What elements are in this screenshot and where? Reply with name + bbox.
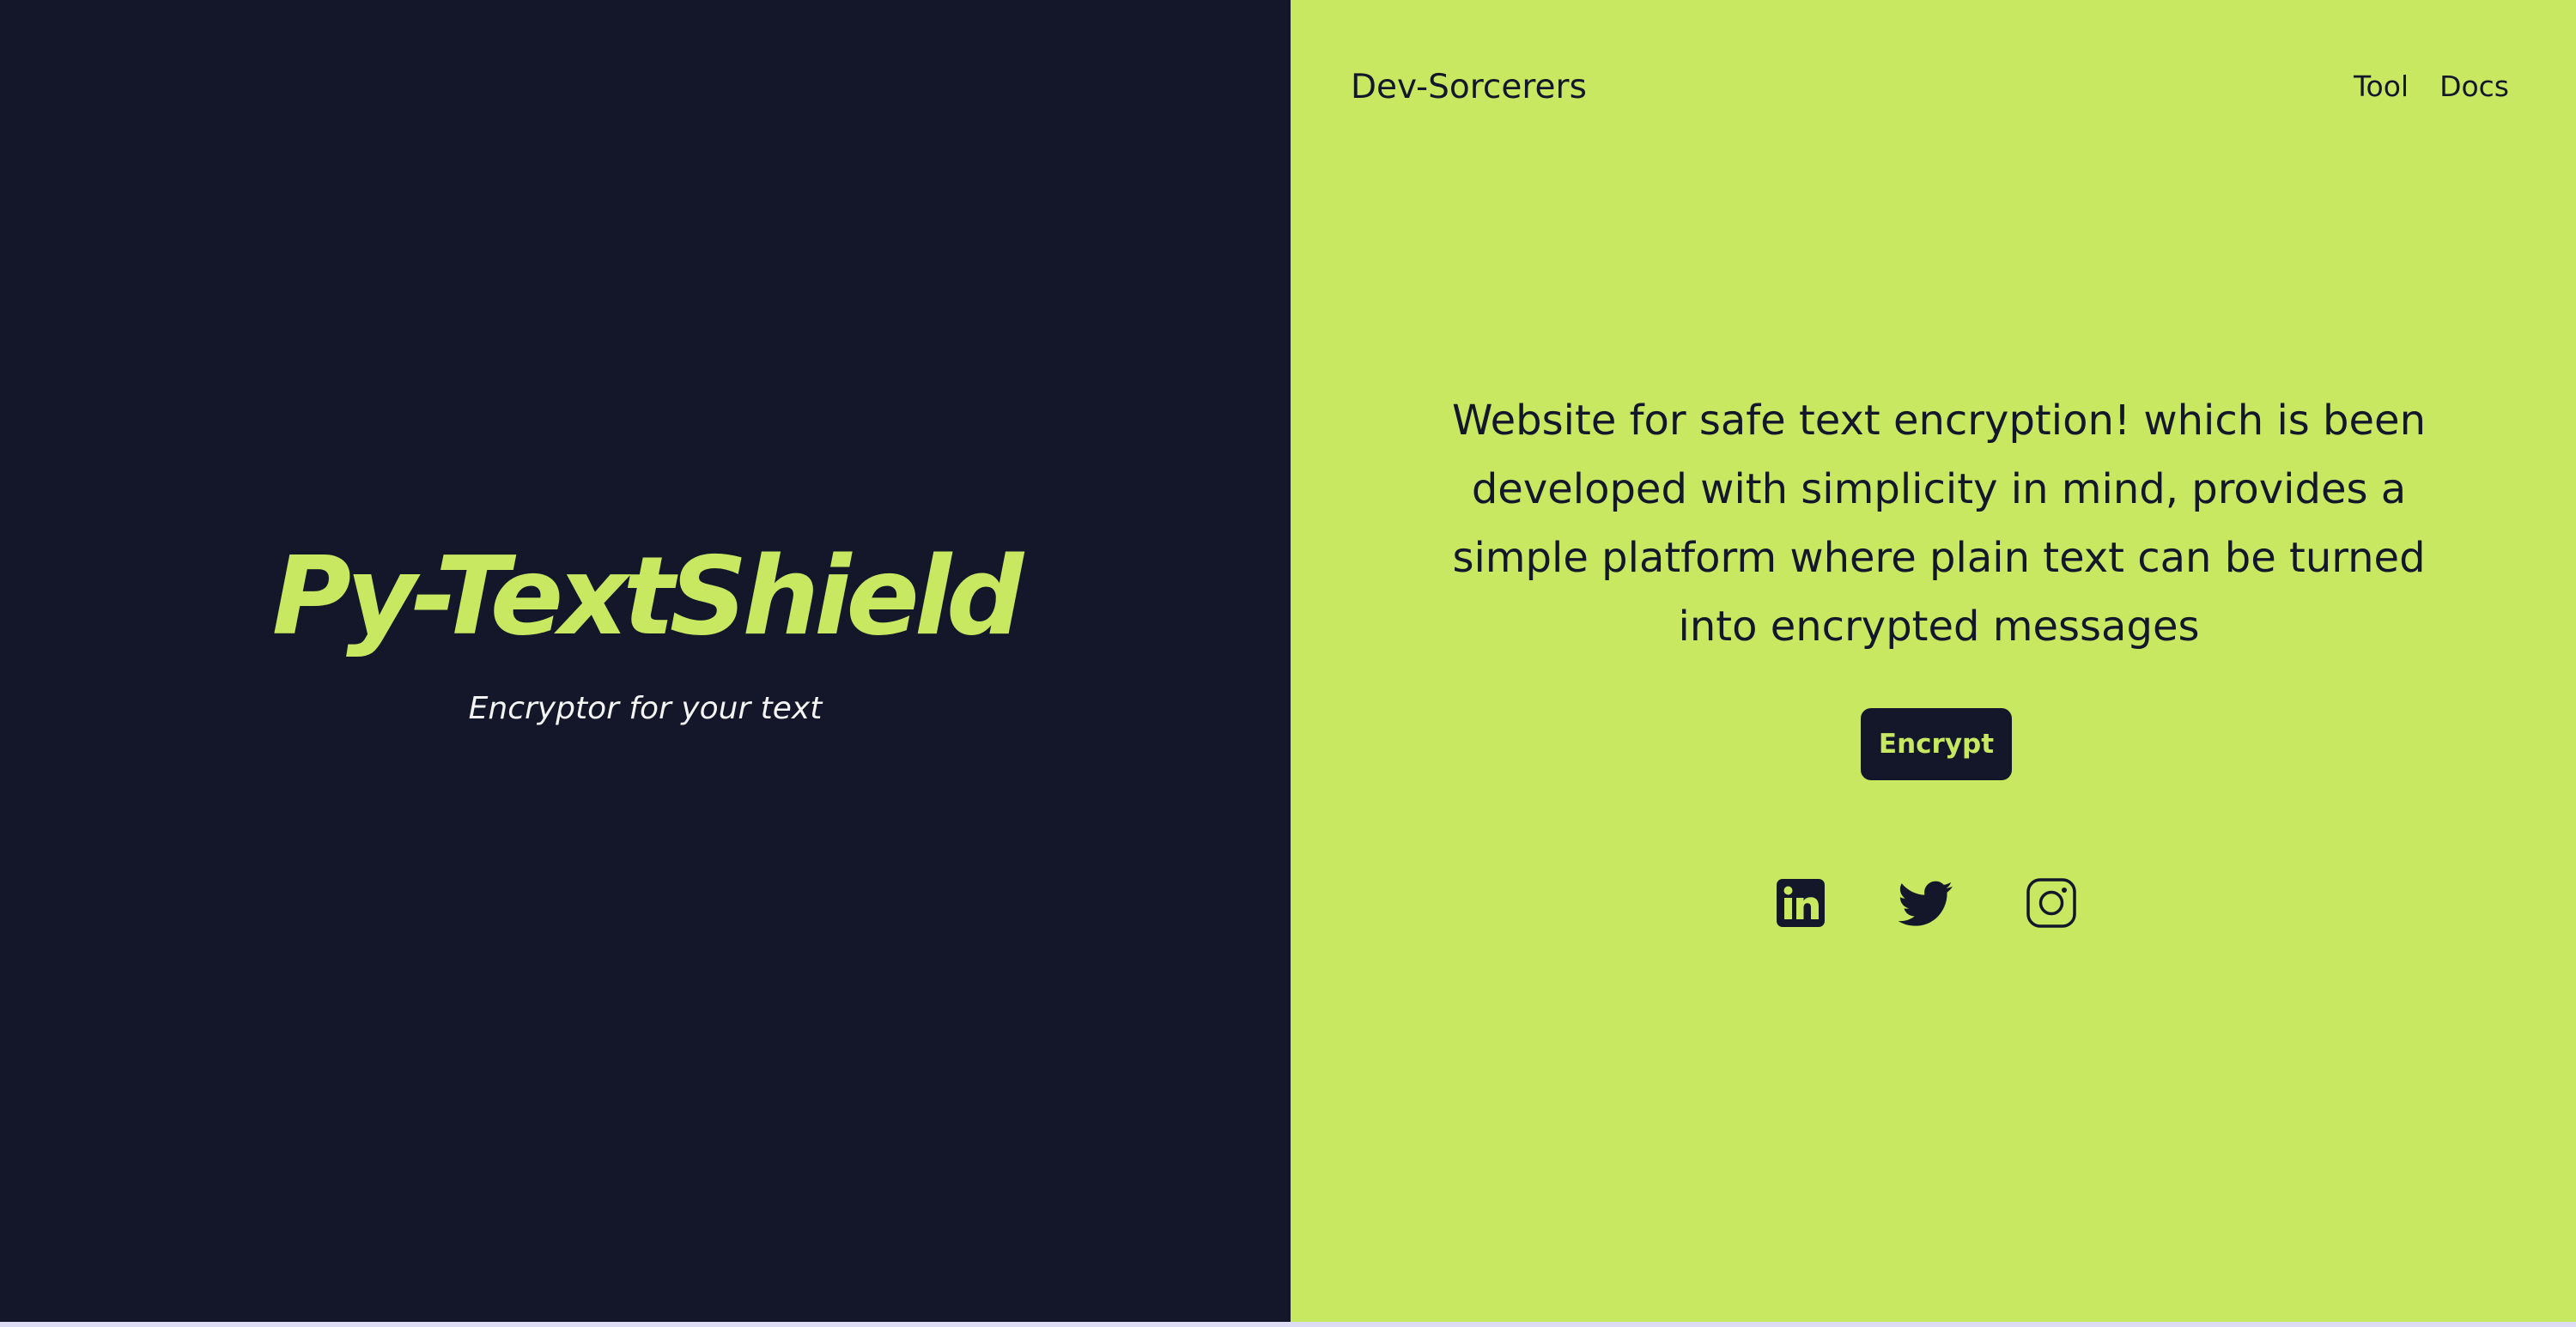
linkedin-icon — [1777, 879, 1825, 927]
content-panel: Dev-Sorcerers Tool Docs Website for safe… — [1291, 0, 2576, 1322]
bottom-edge-strip — [0, 1322, 2576, 1327]
top-nav: Tool Docs — [2354, 72, 2509, 100]
brand-name[interactable]: Dev-Sorcerers — [1351, 70, 1587, 104]
nav-link-docs[interactable]: Docs — [2439, 72, 2509, 100]
page: Py-TextShield Encryptor for your text De… — [0, 0, 2576, 1322]
linkedin-link[interactable] — [1773, 876, 1828, 930]
instagram-icon — [2026, 878, 2076, 928]
social-links — [1291, 876, 2576, 930]
hero-title: Py-TextShield — [271, 533, 1024, 659]
hero-panel: Py-TextShield Encryptor for your text — [0, 0, 1291, 1322]
twitter-link[interactable] — [1899, 876, 1953, 930]
site-description: Website for safe text encryption! which … — [1452, 397, 2426, 651]
twitter-icon — [1899, 881, 1953, 926]
nav-link-tool[interactable]: Tool — [2354, 72, 2409, 100]
instagram-link[interactable] — [2024, 876, 2079, 930]
hero-subtitle: Encryptor for your text — [468, 691, 823, 726]
encrypt-button[interactable]: Encrypt — [1861, 708, 2012, 780]
